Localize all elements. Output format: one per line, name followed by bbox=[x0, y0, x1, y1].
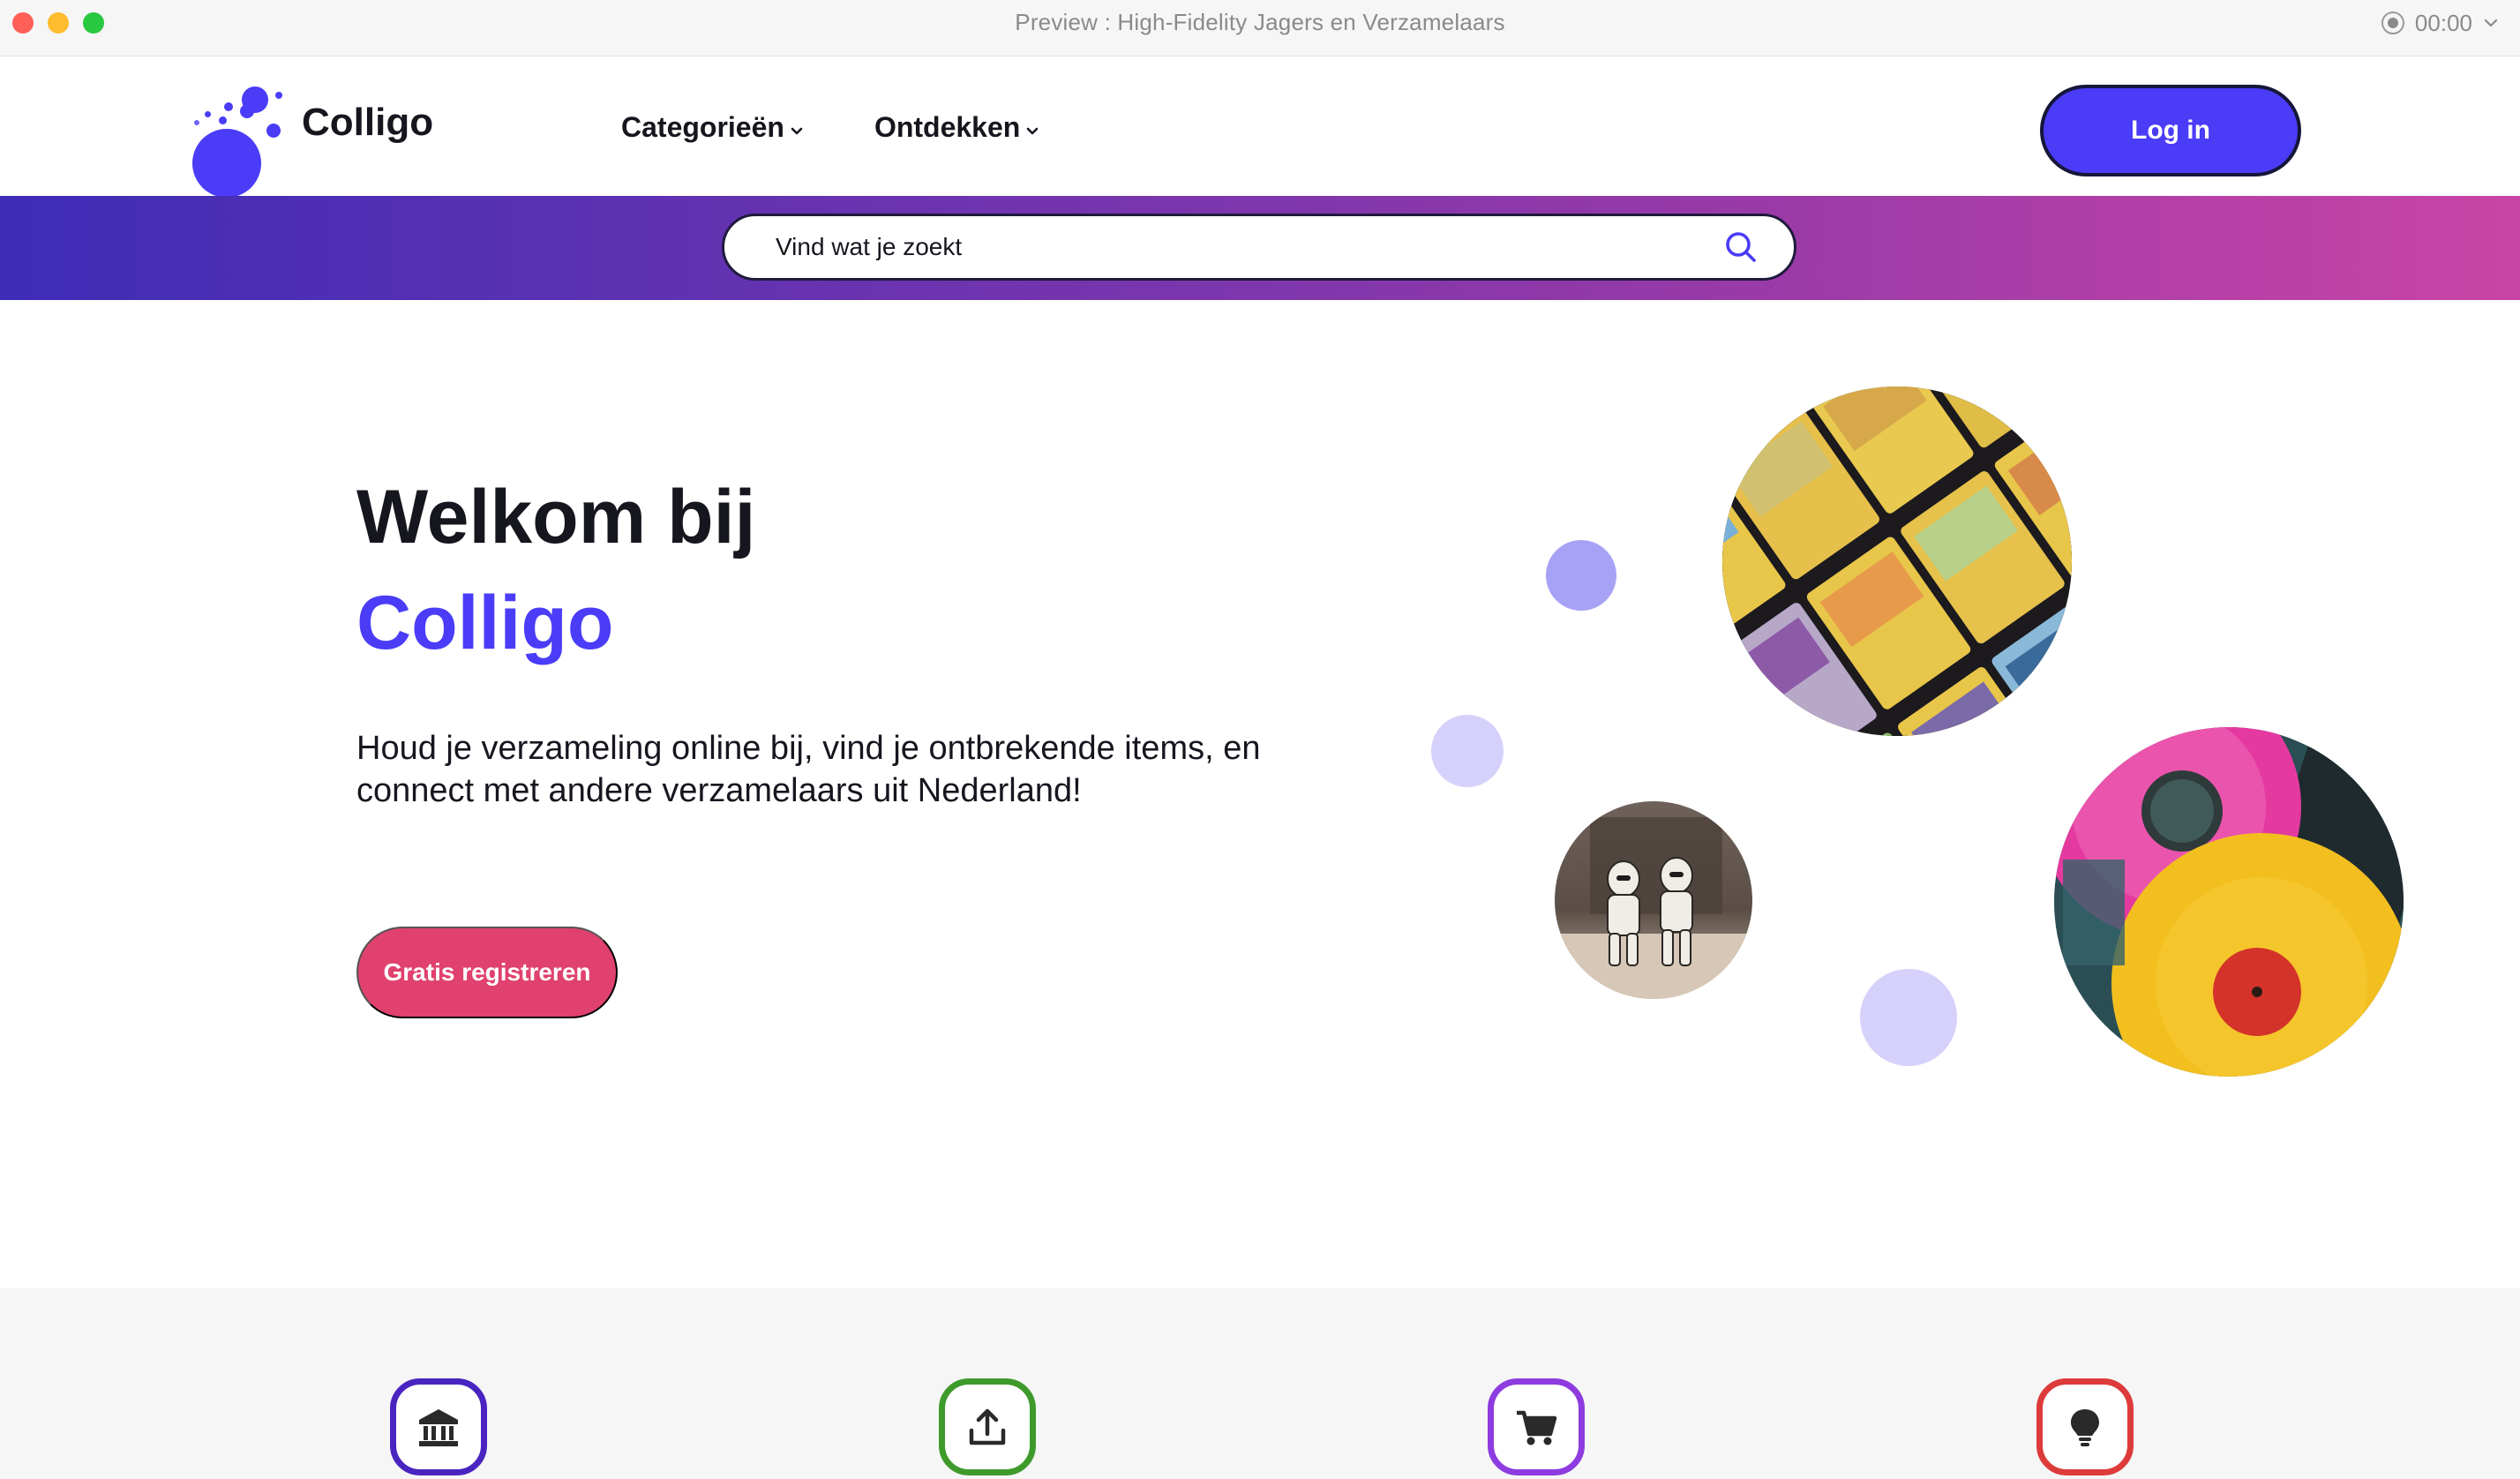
feature-idea-button[interactable] bbox=[2036, 1378, 2134, 1475]
login-button[interactable]: Log in bbox=[2040, 85, 2301, 176]
nav-categories-label: Categorieën bbox=[621, 111, 784, 143]
hero-title-brand: Colligo bbox=[356, 581, 614, 665]
recording-indicator[interactable]: 00:00 bbox=[2381, 7, 2499, 39]
feature-museum-button[interactable] bbox=[390, 1378, 487, 1475]
chevron-down-icon bbox=[1027, 127, 1039, 134]
feature-upload-button[interactable] bbox=[939, 1378, 1036, 1475]
feature-cart-button[interactable] bbox=[1488, 1378, 1585, 1475]
cart-icon bbox=[1517, 1410, 1557, 1445]
search-band bbox=[0, 196, 2520, 300]
lightbulb-icon bbox=[2071, 1409, 2099, 1446]
window-title: Preview : High-Fidelity Jagers en Verzam… bbox=[1015, 9, 1505, 35]
museum-icon bbox=[419, 1409, 458, 1446]
hero-section: Welkom bij Colligo Houd je verzameling o… bbox=[0, 300, 2520, 1288]
window-titlebar: Preview : High-Fidelity Jagers en Verzam… bbox=[0, 0, 2520, 56]
nav-discover[interactable]: Ontdekken bbox=[874, 111, 1039, 144]
register-button[interactable]: Gratis registreren bbox=[356, 927, 618, 1018]
nav-discover-label: Ontdekken bbox=[874, 111, 1021, 143]
recording-timer: 00:00 bbox=[2414, 9, 2472, 36]
chevron-down-icon bbox=[791, 127, 803, 134]
decorative-dot bbox=[1546, 540, 1616, 611]
vinyl-records-photo bbox=[2054, 727, 2404, 1077]
stormtrooper-figures-photo bbox=[1555, 801, 1752, 999]
decorative-dot bbox=[1431, 715, 1504, 787]
nav-categories[interactable]: Categorieën bbox=[621, 111, 804, 144]
search-bar bbox=[722, 214, 1796, 281]
chevron-down-icon bbox=[2484, 19, 2498, 27]
decorative-dot bbox=[1860, 969, 1957, 1066]
record-icon bbox=[2381, 11, 2404, 34]
logo-link[interactable]: Colligo bbox=[189, 79, 434, 198]
colligo-logo-icon bbox=[189, 79, 291, 198]
search-input[interactable] bbox=[776, 233, 1706, 261]
trading-cards-photo bbox=[1722, 387, 2072, 736]
main-nav: Categorieën Ontdekken bbox=[621, 111, 1039, 144]
search-icon bbox=[1726, 232, 1756, 262]
logo-text: Colligo bbox=[302, 101, 434, 144]
search-button[interactable] bbox=[1706, 216, 1776, 278]
hero-subtitle: Houd je verzameling online bij, vind je … bbox=[356, 730, 1261, 809]
hero-title: Welkom bij Colligo bbox=[356, 464, 755, 676]
site-header: Colligo Categorieën Ontdekken Log in bbox=[0, 56, 2520, 198]
hero-title-line1: Welkom bij bbox=[356, 475, 756, 559]
features-section bbox=[0, 1288, 2520, 1479]
upload-icon bbox=[969, 1408, 1006, 1445]
